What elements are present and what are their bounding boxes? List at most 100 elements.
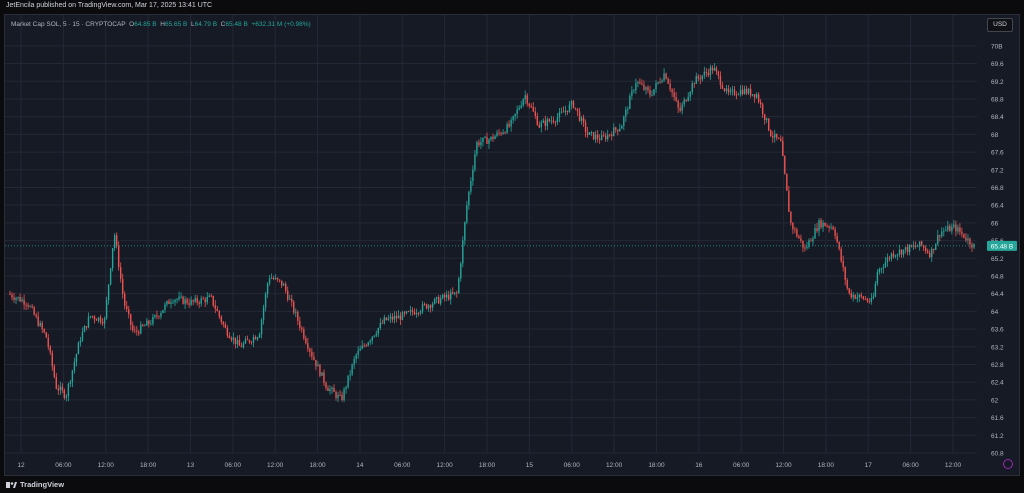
- candle: [902, 249, 905, 255]
- candle: [325, 382, 327, 388]
- candle: [311, 351, 313, 357]
- candle: [87, 316, 90, 328]
- chart-frame[interactable]: 70B 69.6 69.2 68.8 68.4 68 67.6 67.2 66.8 66.4 66 6…: [4, 14, 1020, 476]
- candle: [73, 362, 76, 371]
- candle: [711, 67, 714, 71]
- candle: [729, 90, 732, 93]
- candle: [763, 114, 766, 120]
- candle: [285, 284, 287, 291]
- candle: [788, 190, 790, 212]
- candle: [192, 300, 194, 302]
- tradingview-logo[interactable]: TradingView: [6, 480, 64, 489]
- candle: [399, 315, 402, 320]
- candle: [49, 346, 51, 353]
- candle: [969, 238, 971, 245]
- candle: [353, 358, 355, 365]
- candle: [653, 89, 655, 95]
- candle: [126, 305, 128, 310]
- candle: [122, 278, 124, 295]
- candle: [530, 105, 532, 108]
- candle: [373, 335, 375, 337]
- candle: [768, 118, 770, 131]
- candle: [908, 245, 911, 253]
- candle: [389, 316, 392, 319]
- candle: [234, 337, 237, 345]
- candle: [641, 83, 643, 85]
- candle: [578, 111, 581, 121]
- candle: [868, 301, 871, 302]
- candle: [896, 254, 899, 256]
- candle: [170, 302, 172, 304]
- candle: [838, 242, 840, 249]
- candle: [916, 246, 919, 248]
- candle: [387, 318, 390, 321]
- y-tick-label: 64: [991, 309, 999, 316]
- candle: [136, 330, 138, 332]
- candle: [794, 229, 796, 230]
- candle: [844, 267, 846, 281]
- candle: [274, 277, 277, 279]
- candle: [160, 313, 162, 317]
- candle: [568, 104, 571, 112]
- candle: [673, 92, 675, 98]
- candle: [544, 120, 547, 126]
- y-tick-label: 67.2: [991, 167, 1004, 174]
- x-tick-label: 12:00: [606, 462, 623, 469]
- candle: [190, 300, 192, 305]
- candle: [782, 141, 784, 157]
- candle: [172, 302, 174, 303]
- x-tick-label: 14: [356, 462, 364, 469]
- candle: [369, 340, 371, 343]
- candle: [214, 305, 216, 309]
- x-tick-label: 12:00: [436, 462, 453, 469]
- candle: [252, 337, 255, 343]
- candle: [313, 356, 315, 360]
- candle: [240, 345, 243, 348]
- candle: [359, 348, 361, 351]
- currency-button[interactable]: USD: [987, 18, 1013, 32]
- candle: [560, 111, 563, 113]
- candle: [162, 310, 164, 314]
- candle: [393, 316, 396, 320]
- candle: [540, 122, 543, 128]
- price-chart[interactable]: 70B 69.6 69.2 68.8 68.4 68 67.6 67.2 66.8 66.4 66 6…: [5, 15, 1019, 475]
- candle: [524, 95, 526, 100]
- candle: [250, 342, 253, 343]
- settings-icon[interactable]: [1003, 459, 1013, 469]
- candle: [528, 103, 530, 106]
- candle: [894, 255, 897, 257]
- candle: [144, 325, 146, 327]
- candle: [701, 75, 704, 80]
- candle: [822, 222, 824, 228]
- candle: [109, 268, 112, 285]
- candle: [598, 138, 601, 140]
- candle: [150, 323, 152, 325]
- candle: [741, 89, 744, 95]
- candle: [156, 315, 158, 317]
- candle: [842, 260, 844, 268]
- candle: [933, 248, 935, 250]
- x-tick-label: 15: [526, 462, 534, 469]
- candle: [266, 283, 269, 294]
- candle: [967, 238, 969, 241]
- candle: [403, 312, 406, 314]
- candle: [446, 294, 448, 298]
- candle: [146, 320, 148, 326]
- candle: [786, 173, 788, 191]
- candle: [411, 310, 414, 313]
- candle: [246, 339, 249, 341]
- y-tick-label: 60.8: [991, 451, 1004, 458]
- candle: [268, 278, 271, 284]
- y-tick-label: 69.6: [991, 61, 1004, 68]
- candle: [23, 299, 25, 305]
- candle: [679, 107, 681, 111]
- candle: [510, 119, 512, 127]
- candle: [236, 339, 239, 345]
- candle: [377, 328, 379, 334]
- candle: [301, 327, 303, 330]
- candle: [677, 100, 679, 108]
- candle: [178, 296, 180, 300]
- x-tick-label: 18:00: [140, 462, 157, 469]
- candle: [778, 137, 780, 139]
- candle: [305, 338, 307, 344]
